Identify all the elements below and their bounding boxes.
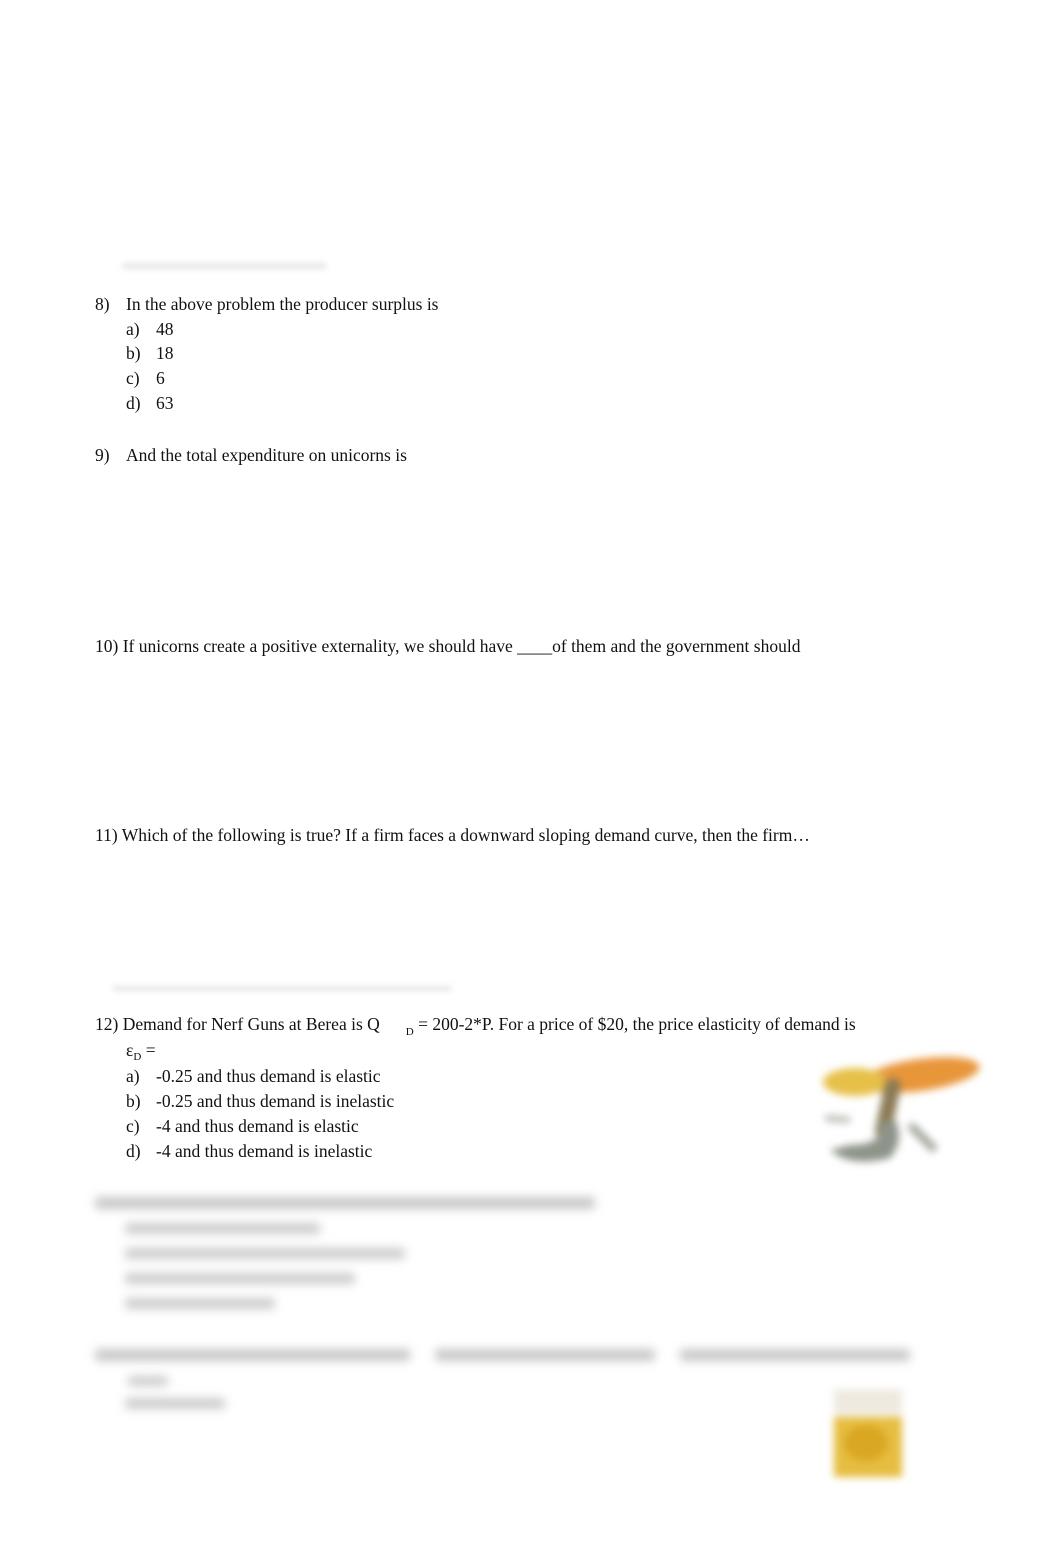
question-text: Which of the following is true? If a fir… [121, 825, 810, 845]
option-text: 18 [156, 343, 174, 363]
equals-sign: = [145, 1040, 156, 1060]
option-text: 63 [156, 393, 174, 413]
option-letter: c) [126, 368, 140, 388]
option-letter: a) [126, 1066, 140, 1086]
question-number: 8) [95, 294, 110, 314]
blurred-option-line [125, 1273, 355, 1284]
option-text: -0.25 and thus demand is elastic [156, 1066, 381, 1086]
nerf-gun-icon [823, 1057, 980, 1162]
blurred-option-line [125, 1248, 405, 1259]
question-line: 12) Demand for Nerf Guns at Berea is QD … [95, 1013, 856, 1038]
question-number: 9) [95, 445, 110, 465]
blurred-continuation-line [128, 1376, 168, 1386]
blurred-option-line [125, 1398, 225, 1409]
question-number: 12) [95, 1014, 119, 1034]
option-text: -4 and thus demand is inelastic [156, 1141, 373, 1161]
question-text: And the total expenditure on unicorns is [126, 445, 407, 465]
blurred-question-line [95, 1349, 410, 1361]
epsilon-subscript: D [133, 1051, 142, 1063]
blurred-question-line [435, 1349, 655, 1361]
elasticity-symbol-line: εD = [126, 1039, 156, 1064]
blurred-option-line [125, 1223, 320, 1234]
question-number: 10) [95, 636, 119, 656]
question-line: 10) If unicorns create a positive extern… [95, 635, 800, 657]
nerf-gun-image [810, 1040, 985, 1175]
product-image [828, 1385, 908, 1485]
option-letter: d) [126, 393, 141, 413]
option-text: -4 and thus demand is elastic [156, 1116, 359, 1136]
option-text: 6 [156, 368, 165, 388]
blurred-question-line [680, 1349, 910, 1361]
option-letter: b) [126, 1091, 141, 1111]
question-text-end: = 200-2*P. For a price of $20, the price… [418, 1014, 856, 1034]
option-text: -0.25 and thus demand is inelastic [156, 1091, 395, 1111]
question-text-start: Demand for Nerf Guns at Berea is Q [122, 1014, 380, 1034]
subscript-d: D [405, 1026, 414, 1038]
question-line: 11) Which of the following is true? If a… [95, 824, 810, 846]
blurred-content-divider [112, 986, 452, 991]
product-icon [834, 1389, 902, 1477]
option-letter: d) [126, 1141, 141, 1161]
option-text: 48 [156, 319, 174, 339]
blurred-option-line [125, 1298, 275, 1309]
blurred-content-top [122, 263, 327, 269]
option-letter: b) [126, 343, 141, 363]
question-number: 11) [95, 825, 118, 845]
option-letter: a) [126, 319, 140, 339]
question-text: In the above problem the producer surplu… [126, 294, 439, 314]
option-letter: c) [126, 1116, 140, 1136]
question-text: If unicorns create a positive externalit… [122, 636, 801, 656]
blurred-question-line [95, 1197, 595, 1209]
